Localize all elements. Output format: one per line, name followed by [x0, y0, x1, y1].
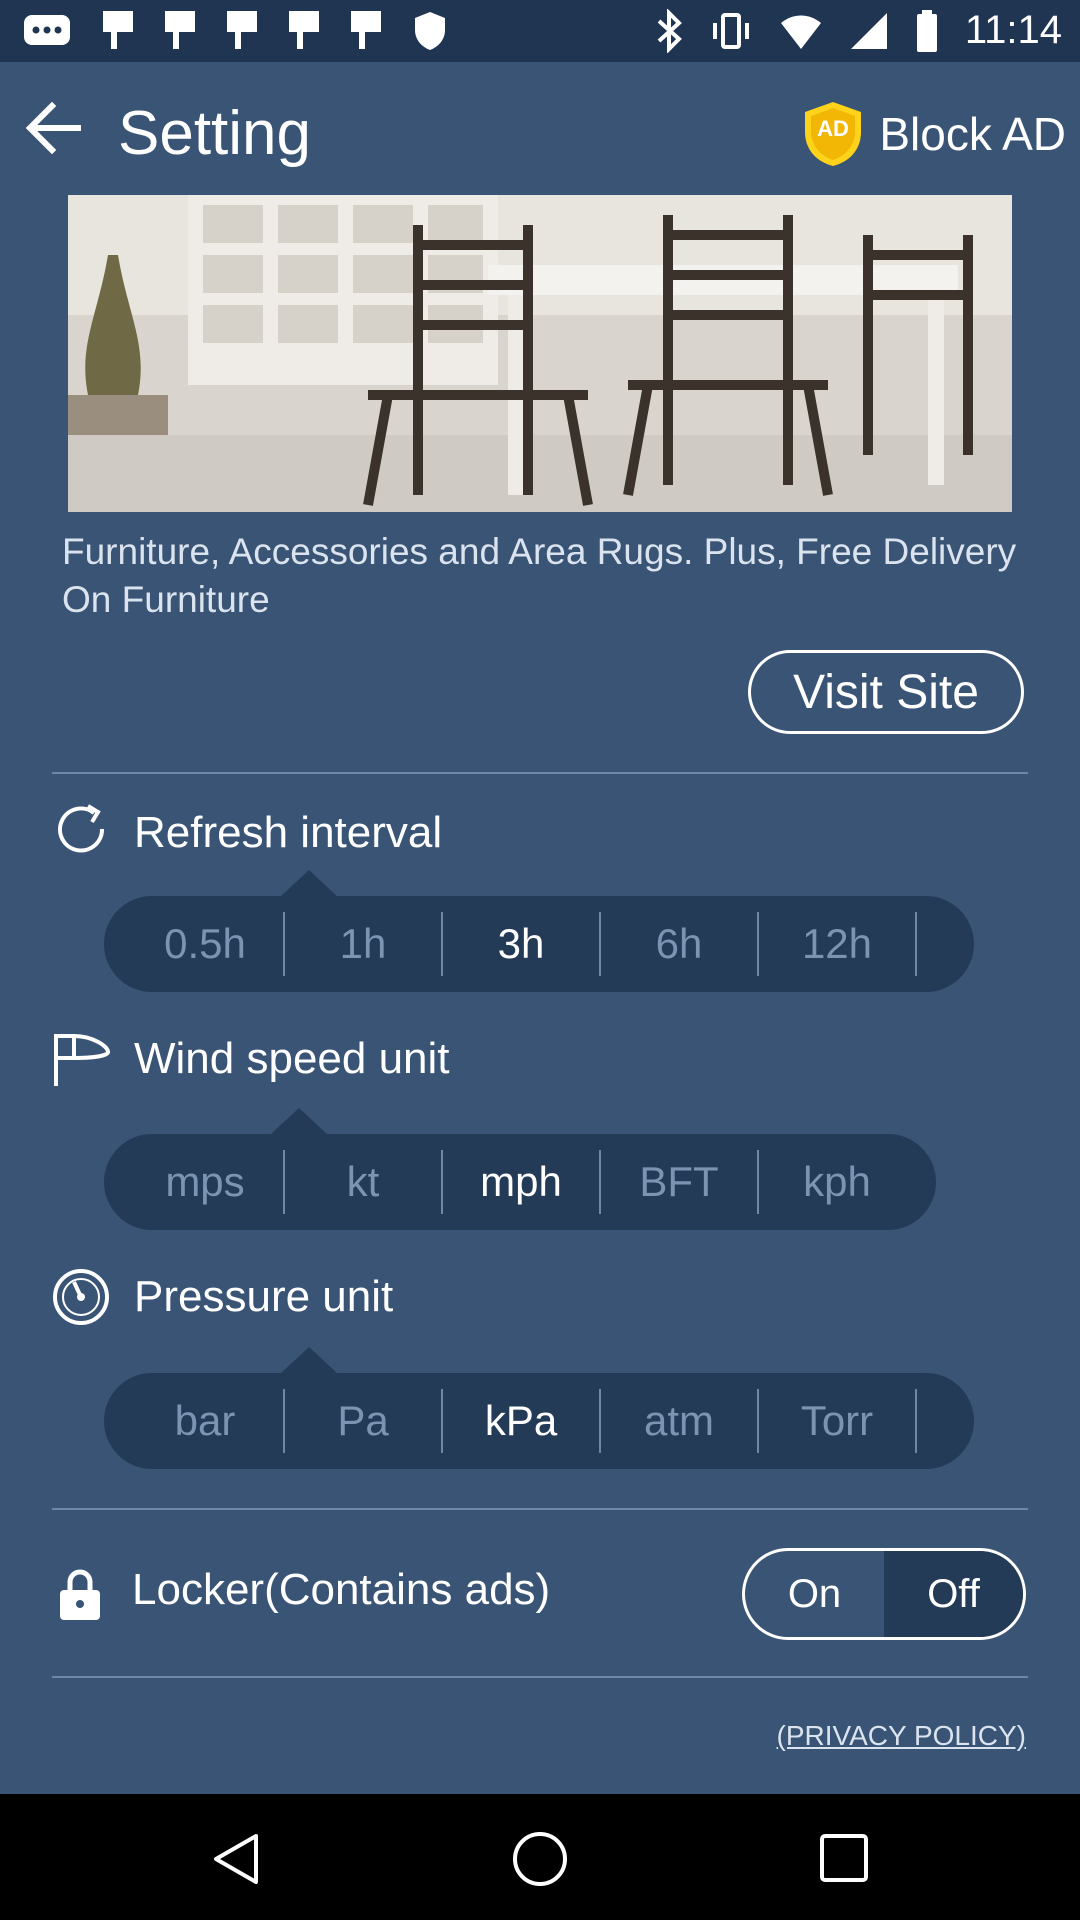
- flag-icon: [289, 11, 319, 49]
- gauge-icon: [53, 1269, 109, 1325]
- locker-toggle[interactable]: On Off: [742, 1548, 1026, 1640]
- chat-icon: [24, 15, 70, 45]
- divider: [52, 772, 1028, 774]
- option-pa[interactable]: Pa: [284, 1373, 442, 1469]
- ad-image[interactable]: [68, 195, 1012, 512]
- option-6h[interactable]: 6h: [600, 896, 758, 992]
- option-atm[interactable]: atm: [600, 1373, 758, 1469]
- selection-pointer: [281, 1347, 337, 1373]
- flag-icon: [351, 11, 381, 49]
- pressure-unit-title: Pressure unit: [134, 1272, 394, 1321]
- wind-speed-unit-selector: mps kt mph BFT kph: [104, 1134, 936, 1230]
- option-3h[interactable]: 3h: [442, 896, 600, 992]
- back-nav-icon[interactable]: [210, 1832, 260, 1886]
- visit-site-button[interactable]: Visit Site: [748, 650, 1024, 734]
- shield-ad-icon: AD: [805, 102, 862, 166]
- vibrate-icon: [712, 12, 749, 49]
- option-12h[interactable]: 12h: [758, 896, 916, 992]
- ad-description: Furniture, Accessories and Area Rugs. Pl…: [62, 531, 1017, 620]
- option-kpa[interactable]: kPa: [442, 1373, 600, 1469]
- home-nav-icon[interactable]: [511, 1830, 569, 1888]
- arrow-left-icon[interactable]: [22, 98, 84, 158]
- separator: [915, 912, 917, 976]
- page-title: Setting: [118, 99, 312, 168]
- flag-icon: [103, 11, 133, 49]
- pressure-unit-selector: bar Pa kPa atm Torr: [104, 1373, 974, 1469]
- privacy-policy-link[interactable]: (PRIVACY POLICY): [777, 1720, 1026, 1752]
- selection-pointer: [271, 1108, 327, 1134]
- option-1h[interactable]: 1h: [284, 896, 442, 992]
- flag-icon: [227, 11, 257, 49]
- refresh-icon: [58, 804, 105, 853]
- locker-on-option[interactable]: On: [745, 1551, 884, 1637]
- block-ad-button[interactable]: AD Block AD: [801, 100, 1066, 168]
- option-kt[interactable]: kt: [284, 1134, 442, 1230]
- app-bar: Setting AD Block AD: [0, 62, 1080, 192]
- option-mps[interactable]: mps: [126, 1134, 284, 1230]
- divider: [52, 1508, 1028, 1510]
- notification-icons: [22, 10, 448, 52]
- refresh-interval-selector: 0.5h 1h 3h 6h 12h: [104, 896, 974, 992]
- system-status: 11:14: [655, 8, 1062, 53]
- lock-icon: [60, 1569, 100, 1620]
- block-ad-label: Block AD: [879, 108, 1066, 160]
- bluetooth-icon: [657, 8, 682, 53]
- clock: 11:14: [964, 8, 1062, 52]
- selection-pointer: [281, 870, 337, 896]
- flag-icon: [165, 11, 195, 49]
- furniture-photo: [68, 195, 1012, 512]
- wind-speed-unit-title: Wind speed unit: [134, 1034, 450, 1083]
- locker-off-option[interactable]: Off: [884, 1551, 1023, 1637]
- option-torr[interactable]: Torr: [758, 1373, 916, 1469]
- divider: [52, 1676, 1028, 1678]
- status-bar: 11:14: [0, 0, 1080, 62]
- option-0-5h[interactable]: 0.5h: [126, 896, 284, 992]
- windsock-icon: [54, 1034, 110, 1086]
- refresh-interval-title: Refresh interval: [134, 808, 443, 857]
- option-bar[interactable]: bar: [126, 1373, 284, 1469]
- shield-status-icon: [415, 12, 445, 50]
- signal-icon: [850, 12, 887, 49]
- option-kph[interactable]: kph: [758, 1134, 916, 1230]
- separator: [915, 1389, 917, 1453]
- option-bft[interactable]: BFT: [600, 1134, 758, 1230]
- locker-label: Locker(Contains ads): [132, 1565, 551, 1614]
- shield-badge-text: AD: [817, 116, 849, 141]
- recents-nav-icon[interactable]: [818, 1832, 870, 1884]
- wifi-icon: [780, 15, 821, 49]
- option-mph[interactable]: mph: [442, 1134, 600, 1230]
- battery-icon: [916, 9, 937, 52]
- navigation-bar: [0, 1794, 1080, 1920]
